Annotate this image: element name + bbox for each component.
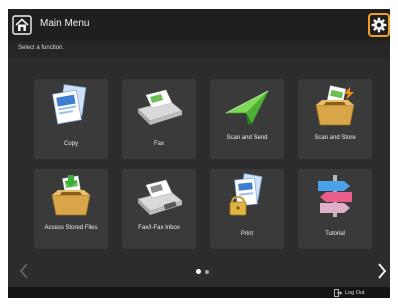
scan-and-send-icon <box>225 90 269 125</box>
tile-fax-label: Fax <box>153 141 164 147</box>
page-dot <box>205 269 209 274</box>
header-bar: Main Menu <box>8 9 390 41</box>
page-dot-current <box>196 269 201 274</box>
tile-tutorial[interactable]: Tutorial <box>298 169 372 249</box>
access-stored-files-icon <box>51 175 91 216</box>
tile-fax-inbox-label: Fax/I-Fax Inbox <box>138 225 180 231</box>
tile-fax-inbox[interactable]: Fax/I-Fax Inbox <box>122 169 196 249</box>
page-indicator <box>194 267 214 275</box>
tile-print[interactable]: Print <box>210 169 284 249</box>
instruction-text: Select a function. <box>18 45 65 51</box>
copy-icon <box>52 84 87 125</box>
home-icon[interactable] <box>12 15 32 35</box>
main-menu-screen: Main Menu Select a function. Copy Fax Sc… <box>8 9 390 298</box>
tile-tutorial-label: Tutorial <box>325 231 345 237</box>
log-out-icon <box>334 288 342 297</box>
next-page-button[interactable] <box>374 261 390 281</box>
tile-access-stored-files[interactable]: Access Stored Files <box>34 169 108 249</box>
fax-inbox-icon <box>137 179 183 215</box>
tile-scan-and-send[interactable]: Scan and Send <box>210 79 284 159</box>
tile-access-stored-files-label: Access Stored Files <box>44 225 98 231</box>
tile-copy[interactable]: Copy <box>34 79 108 159</box>
tile-fax[interactable]: Fax <box>122 79 196 159</box>
tile-scan-and-store[interactable]: Scan and Store <box>298 79 372 159</box>
tutorial-icon <box>318 175 352 217</box>
page-title: Main Menu <box>40 18 90 29</box>
tile-scan-and-store-label: Scan and Store <box>314 135 356 141</box>
settings-button[interactable] <box>368 13 390 37</box>
log-out-label: Log Out <box>345 289 365 296</box>
print-icon <box>229 173 263 216</box>
chevron-right-icon <box>378 263 387 279</box>
tile-scan-and-send-label: Scan and Send <box>226 135 268 141</box>
fax-icon <box>137 89 183 125</box>
scan-and-store-icon <box>315 85 355 126</box>
tile-copy-label: Copy <box>63 141 78 147</box>
previous-page-button[interactable] <box>16 261 32 281</box>
footer-bar: Log Out <box>8 287 390 298</box>
chevron-left-icon <box>19 263 28 279</box>
tile-print-label: Print <box>240 231 254 237</box>
log-out-button[interactable]: Log Out <box>334 288 388 297</box>
instruction-bar: Select a function. <box>8 41 390 59</box>
gear-icon <box>371 17 387 33</box>
